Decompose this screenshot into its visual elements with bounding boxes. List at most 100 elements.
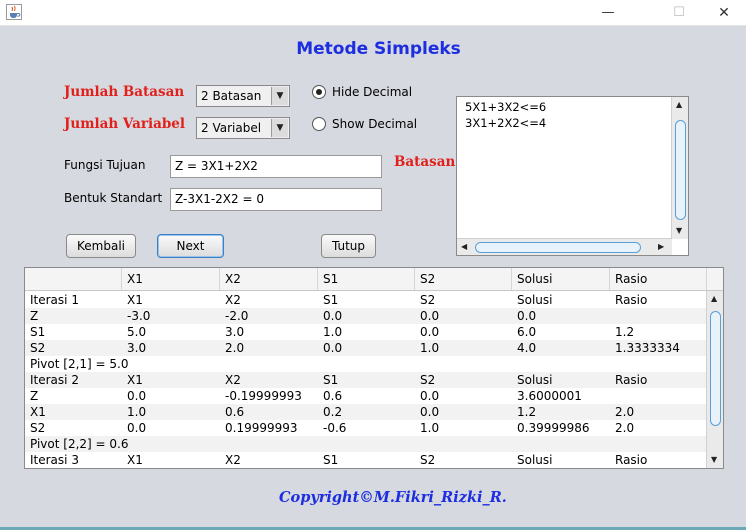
table-cell: 3.0 [225,325,245,339]
table-cell: 1.0 [420,341,440,355]
next-button[interactable]: Next [157,234,224,258]
table-cell: 4.0 [517,341,537,355]
table-cell: 0.6 [323,389,343,403]
variabel-select-value: 2 Variabel [201,121,262,135]
table-cell: 1.2 [615,325,635,339]
table-row[interactable]: S2 0.0 0.19999993 -0.6 1.0 0.39999986 2.0 [25,420,707,436]
table-cell: 0.39999986 [517,421,590,435]
hide-decimal-label[interactable]: Hide Decimal [332,85,412,99]
batasan-select[interactable]: 2 Batasan ▼ [196,85,290,107]
scroll-up-icon[interactable]: ▲ [711,294,717,303]
table-cell: 3.0 [127,341,147,355]
table-cell: 5.0 [127,325,147,339]
table-row[interactable]: Pivot [2,1] = 5.0 [25,356,707,372]
column-header[interactable]: S2 [415,268,512,290]
batasan-select-value: 2 Batasan [201,89,262,103]
table-cell: S1 [323,453,339,467]
table-cell: Rasio [615,453,648,467]
table-cell: S1 [323,373,339,387]
table-cell: 3.6000001 [517,389,582,403]
hide-decimal-radio[interactable] [312,85,326,99]
fungsi-tujuan-field[interactable]: Z = 3X1+2X2 [170,155,382,178]
table-cell: S1 [323,293,339,307]
table-row[interactable]: S1 5.0 3.0 1.0 0.0 6.0 1.2 [25,324,707,340]
table-cell: -0.6 [323,421,347,435]
variabel-select[interactable]: 2 Variabel ▼ [196,117,290,139]
table-cell: Pivot [2,2] = 0.6 [30,437,129,451]
table-cell: X1 [127,293,143,307]
table-cell: 0.0 [323,309,343,323]
table-cell: S2 [420,373,436,387]
table-row[interactable]: Pivot [2,2] = 0.6 [25,436,707,452]
table-cell: Solusi [517,373,553,387]
scroll-thumb[interactable] [710,311,721,426]
show-decimal-radio[interactable] [312,117,326,131]
result-table[interactable]: X1 X2 S1 S2 Solusi Rasio Iterasi 1 X1 X2 S1 S2 Sol… [24,267,724,469]
table-row[interactable]: Iterasi 1 X1 X2 S1 S2 Solusi Rasio [25,292,707,308]
close-button[interactable]: ✕ [701,0,746,26]
table-row[interactable]: S2 3.0 2.0 0.0 1.0 4.0 1.3333334 [25,340,707,356]
table-cell: 0.0 [420,309,440,323]
table-cell: 0.0 [127,389,147,403]
table-row[interactable]: Iterasi 3 X1 X2 S1 S2 Solusi Rasio [25,452,707,468]
table-cell: 6.0 [517,325,537,339]
table-cell: 2.0 [225,341,245,355]
scroll-right-icon[interactable]: ▶ [658,242,664,251]
table-cell: 1.0 [323,325,343,339]
table-cell: Iterasi 2 [30,373,79,387]
table-cell: X2 [225,293,241,307]
kembali-button[interactable]: Kembali [66,234,136,258]
table-cell: 1.0 [420,421,440,435]
show-decimal-label[interactable]: Show Decimal [332,117,417,131]
window-titlebar: — ☐ ✕ [0,0,746,26]
textarea-vertical-scrollbar[interactable]: ▲ ▼ [671,97,688,239]
table-cell: -2.0 [225,309,249,323]
column-header[interactable]: X1 [122,268,220,290]
table-cell: 0.0 [420,389,440,403]
table-cell: -0.19999993 [225,389,302,403]
scroll-down-icon[interactable]: ▼ [676,226,682,235]
minimize-button[interactable]: — [585,0,631,26]
column-header[interactable]: Rasio [610,268,707,290]
batasan-label: Batasan [394,154,456,170]
fungsi-tujuan-label: Fungsi Tujuan [64,158,146,172]
table-row[interactable]: Z -3.0 -2.0 0.0 0.0 0.0 [25,308,707,324]
chevron-down-icon[interactable]: ▼ [271,119,288,137]
page-title: Metode Simpleks [296,39,461,59]
jumlah-variabel-label: Jumlah Variabel [64,116,186,132]
table-cell: S1 [30,325,46,339]
table-cell: X2 [225,373,241,387]
tutup-button[interactable]: Tutup [321,234,376,258]
table-cell: Rasio [615,373,648,387]
table-cell: 0.0 [127,421,147,435]
constraints-textarea[interactable]: 5X1+3X2<=6 3X1+2X2<=4 ▲ ▼ ◀ ▶ [456,96,689,256]
table-cell: Pivot [2,1] = 5.0 [30,357,129,371]
column-header[interactable]: X2 [220,268,318,290]
table-cell: Iterasi 3 [30,453,79,467]
scroll-thumb[interactable] [675,120,686,220]
table-cell: 1.0 [127,405,147,419]
column-header[interactable]: S1 [318,268,415,290]
table-vertical-scrollbar[interactable]: ▲ ▼ [706,291,723,468]
table-row[interactable]: Z 0.0 -0.19999993 0.6 0.0 3.6000001 [25,388,707,404]
table-cell: S2 [420,293,436,307]
chevron-down-icon[interactable]: ▼ [271,87,288,105]
table-cell: -3.0 [127,309,151,323]
scroll-left-icon[interactable]: ◀ [461,242,467,251]
java-cup-icon [6,4,22,20]
bentuk-standart-field[interactable]: Z-3X1-2X2 = 0 [170,188,382,211]
scroll-thumb[interactable] [475,242,641,253]
maximize-button[interactable]: ☐ [656,0,702,26]
textarea-horizontal-scrollbar[interactable]: ◀ ▶ [457,238,672,255]
table-row[interactable]: X1 1.0 0.6 0.2 0.0 1.2 2.0 [25,404,707,420]
table-cell: Solusi [517,453,553,467]
column-header[interactable]: Solusi [512,268,610,290]
table-row[interactable]: Iterasi 2 X1 X2 S1 S2 Solusi Rasio [25,372,707,388]
table-cell: X1 [30,405,46,419]
scroll-up-icon[interactable]: ▲ [676,100,682,109]
table-cell: Z [30,309,39,323]
column-header[interactable] [25,268,122,290]
table-cell: 0.0 [420,325,440,339]
scroll-down-icon[interactable]: ▼ [711,455,717,464]
table-cell: Iterasi 1 [30,293,79,307]
